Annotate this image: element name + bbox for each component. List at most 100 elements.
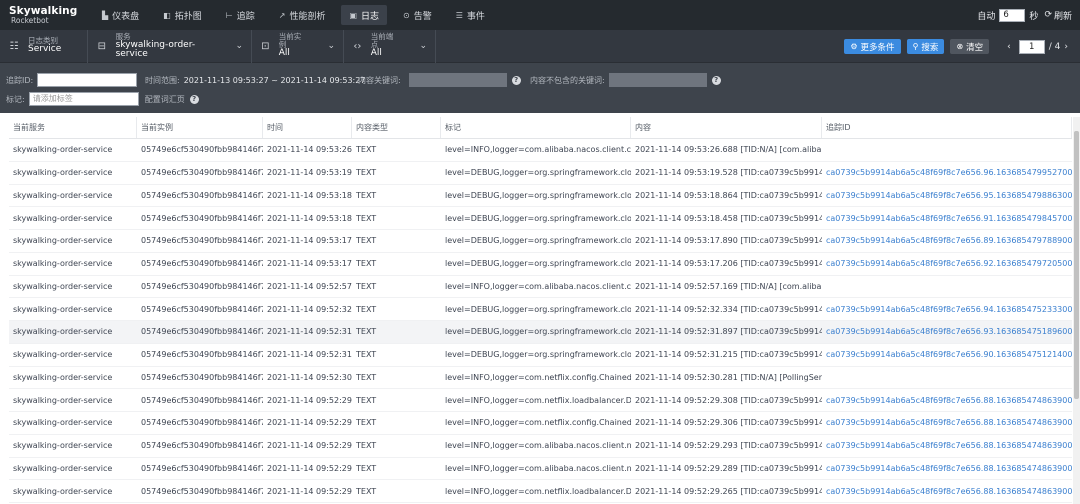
table-cell: level=INFO,logger=com.alibaba.nacos.clie…	[445, 145, 631, 155]
trace-id-link[interactable]: ca0739c5b9914ab6a5c48f69f8c7e656.92.1636…	[822, 253, 1072, 275]
seconds-label: 秒	[1029, 11, 1039, 22]
table-cell: 2021-11-14 09:53:18	[267, 190, 352, 200]
table-cell: TEXT	[356, 327, 377, 337]
table-cell: skywalking-order-service	[13, 190, 113, 200]
endpoint-icon: ‹›	[353, 40, 362, 52]
trace-id-link[interactable]: ca0739c5b9914ab6a5c48f69f8c7e656.90.1636…	[822, 344, 1072, 366]
table-cell: 05749e6cf530490fbb984146f7...	[141, 395, 263, 405]
table-row[interactable]: skywalking-order-service 05749e6cf530490f…	[9, 344, 1072, 367]
refresh-button[interactable]: ⟳ 刷新	[1044, 9, 1072, 22]
table-row[interactable]: skywalking-order-service 05749e6cf530490f…	[9, 389, 1072, 412]
table-cell: 2021-11-14 09:52:29.308 [TID:ca0739c5b99…	[635, 395, 822, 405]
trace-id-link[interactable]: ca0739c5b9914ab6a5c48f69f8c7e656.88.1636…	[822, 435, 1072, 457]
nav-item-label: 性能剖析	[289, 11, 326, 22]
table-row[interactable]: skywalking-order-service 05749e6cf530490f…	[9, 185, 1072, 208]
nav-item-alarm[interactable]: ⊙ 告警	[395, 5, 440, 25]
service-select[interactable]: ⊟ 服务 skywalking-order-service ⌄	[88, 29, 252, 63]
table-row[interactable]: skywalking-order-service 05749e6cf530490f…	[9, 435, 1072, 458]
nav-item-profile[interactable]: ↗ 性能剖析	[271, 5, 334, 25]
table-cell: 2021-11-14 09:52:29	[267, 441, 352, 451]
trace-id-link[interactable]: ca0739c5b9914ab6a5c48f69f8c7e656.95.1636…	[822, 185, 1072, 207]
time-range-label: 时间范围:	[145, 76, 180, 85]
table-row[interactable]: skywalking-order-service 05749e6cf530490f…	[9, 230, 1072, 253]
next-page-icon[interactable]: ›	[1060, 42, 1072, 52]
table-cell: level=INFO,logger=com.netflix.loadbalanc…	[445, 395, 631, 405]
table-cell: level=INFO,logger=com.alibaba.nacos.clie…	[445, 441, 631, 451]
table-cell: 05749e6cf530490fbb984146f7...	[141, 327, 263, 337]
nav-item-trace[interactable]: ⊢ 追踪	[218, 5, 263, 25]
clear-button[interactable]: ⊗ 清空	[950, 39, 990, 54]
trace-id-link[interactable]: ca0739c5b9914ab6a5c48f69f8c7e656.91.1636…	[822, 207, 1072, 229]
table-row[interactable]: skywalking-order-service 05749e6cf530490f…	[9, 458, 1072, 481]
table-cell: 2021-11-14 09:53:19	[267, 168, 352, 178]
help-icon[interactable]: ?	[189, 94, 199, 104]
instance-select[interactable]: ⊡ 当前实例 All ⌄	[252, 29, 344, 63]
table-row[interactable]: skywalking-order-service 05749e6cf530490f…	[9, 139, 1072, 162]
nav-item-dashboard[interactable]: ▙ 仪表盘	[94, 5, 147, 25]
table-cell: 2021-11-14 09:52:29.306 [TID:ca0739c5b99…	[635, 418, 822, 428]
chevron-down-icon: ⌄	[235, 41, 243, 51]
page-number-input[interactable]: 1	[1018, 39, 1045, 54]
auto-refresh-controls: 自动 6 秒 ⟳ 刷新	[977, 0, 1072, 30]
gear-icon: ⚙	[850, 42, 858, 51]
table-row[interactable]: skywalking-order-service 05749e6cf530490f…	[9, 162, 1072, 185]
help-icon[interactable]: ?	[711, 75, 721, 85]
nav-item-event[interactable]: ☰ 事件	[448, 5, 493, 25]
nav-item-topology[interactable]: ◧ 拓扑图	[155, 5, 210, 25]
table-row[interactable]: skywalking-order-service 05749e6cf530490f…	[9, 412, 1072, 435]
trace-id-link[interactable]: ca0739c5b9914ab6a5c48f69f8c7e656.93.1636…	[822, 321, 1072, 343]
table-cell: 05749e6cf530490fbb984146f7...	[141, 236, 263, 246]
table-cell: 2021-11-14 09:53:18	[267, 213, 352, 223]
table-cell: skywalking-order-service	[13, 145, 113, 155]
table-row[interactable]: skywalking-order-service 05749e6cf530490f…	[9, 253, 1072, 276]
trace-id-link[interactable]: ca0739c5b9914ab6a5c48f69f8c7e656.88.1636…	[822, 480, 1072, 502]
trace-id-link[interactable]: ca0739c5b9914ab6a5c48f69f8c7e656.88.1636…	[822, 389, 1072, 411]
table-row[interactable]: skywalking-order-service 05749e6cf530490f…	[9, 480, 1072, 503]
auto-interval-input[interactable]: 6	[999, 8, 1026, 22]
endpoint-select[interactable]: ‹› 当前端点 All ⌄	[344, 29, 436, 63]
table-cell: 05749e6cf530490fbb984146f7...	[141, 463, 263, 473]
endpoint-value: All	[370, 48, 382, 59]
table-row[interactable]: skywalking-order-service 05749e6cf530490f…	[9, 321, 1072, 344]
trace-id-link[interactable]: ca0739c5b9914ab6a5c48f69f8c7e656.96.1636…	[822, 162, 1072, 184]
table-row[interactable]: skywalking-order-service 05749e6cf530490f…	[9, 367, 1072, 390]
search-button[interactable]: ⚲ 搜索	[906, 39, 945, 54]
instance-icon: ⊡	[261, 40, 270, 52]
table-row[interactable]: skywalking-order-service 05749e6cf530490f…	[9, 207, 1072, 230]
more-conditions-button[interactable]: ⚙ 更多条件	[844, 39, 901, 54]
help-icon[interactable]: ?	[511, 75, 521, 85]
tags-label: 标记:	[6, 94, 25, 104]
time-range-value[interactable]: 2021-11-13 09:53:27 ~ 2021-11-14 09:53:2…	[184, 76, 366, 85]
scrollbar-thumb[interactable]	[1074, 131, 1079, 399]
instance-value: All	[278, 48, 290, 59]
table-cell: TEXT	[356, 213, 377, 223]
trace-id-input[interactable]	[37, 73, 138, 87]
alarm-icon: ⊙	[403, 10, 410, 20]
logo[interactable]: Skywalking Rocketbot	[0, 6, 82, 24]
table-row[interactable]: skywalking-order-service 05749e6cf530490f…	[9, 298, 1072, 321]
column-header: 追踪ID	[822, 117, 1072, 138]
table-cell: 2021-11-14 09:52:29	[267, 486, 352, 496]
tags-input[interactable]: 请添加标签	[28, 92, 139, 106]
table-cell: skywalking-order-service	[13, 463, 113, 473]
nav-item-log[interactable]: ▣ 日志	[341, 5, 388, 25]
profile-icon: ↗	[278, 10, 286, 20]
content-keyword-input[interactable]	[408, 73, 507, 87]
table-row[interactable]: skywalking-order-service 05749e6cf530490f…	[9, 276, 1072, 299]
trace-id-link[interactable]: ca0739c5b9914ab6a5c48f69f8c7e656.88.1636…	[822, 412, 1072, 434]
trace-id-link[interactable]: ca0739c5b9914ab6a5c48f69f8c7e656.88.1636…	[822, 458, 1072, 480]
log-category-select[interactable]: ☷ 日志类别 Service	[0, 29, 88, 63]
exclude-keyword-input[interactable]	[608, 73, 707, 87]
trace-id-link[interactable]: ca0739c5b9914ab6a5c48f69f8c7e656.94.1636…	[822, 298, 1072, 320]
vertical-scrollbar[interactable]	[1073, 117, 1080, 504]
table-cell: level=INFO,logger=com.alibaba.nacos.clie…	[445, 281, 631, 291]
column-header: 时间	[263, 117, 352, 138]
table-cell: TEXT	[356, 486, 377, 496]
prev-page-icon[interactable]: ‹	[1003, 42, 1015, 52]
config-vocab-label[interactable]: 配置词汇页	[145, 94, 185, 105]
search-conditions-panel: 追踪ID: 时间范围: 2021-11-13 09:53:27 ~ 2021-1…	[0, 63, 1080, 113]
table-cell: level=DEBUG,logger=org.springframework.c…	[445, 259, 631, 269]
table-cell: 2021-11-14 09:52:29.265 [TID:ca0739c5b99…	[635, 486, 822, 496]
trace-id-link[interactable]: ca0739c5b9914ab6a5c48f69f8c7e656.89.1636…	[822, 230, 1072, 252]
table-cell: skywalking-order-service	[13, 350, 113, 360]
